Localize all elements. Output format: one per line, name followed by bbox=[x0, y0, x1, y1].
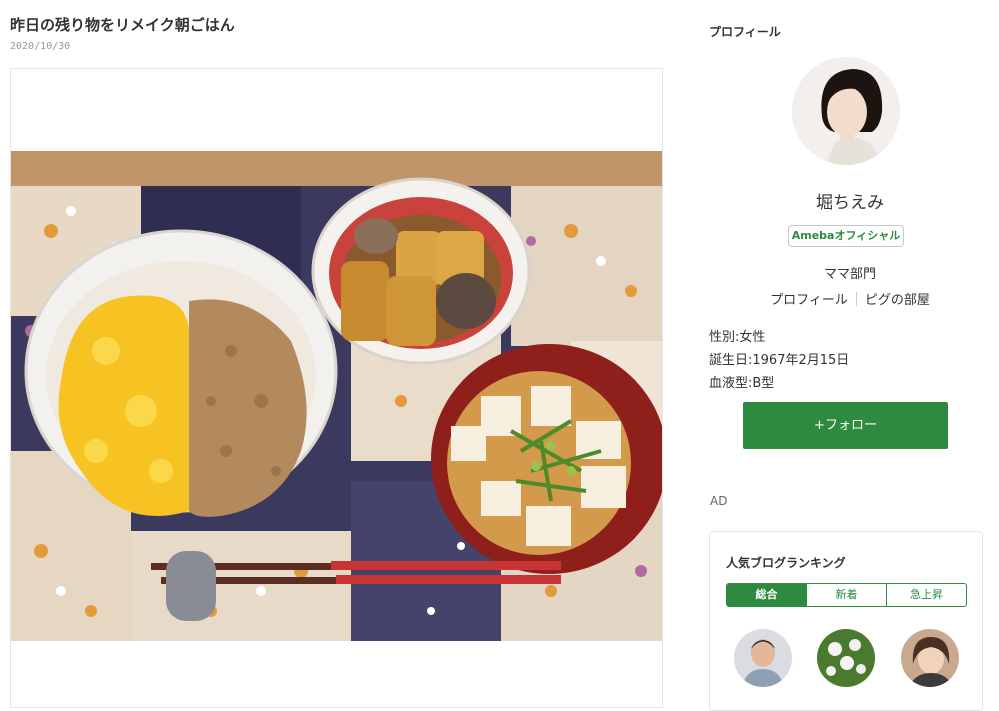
profile-section-title: プロフィール bbox=[709, 25, 781, 39]
tab-new[interactable]: 新着 bbox=[806, 584, 886, 606]
ranking-avatar[interactable] bbox=[817, 629, 875, 687]
tab-overall[interactable]: 総合 bbox=[727, 584, 806, 606]
blood-type-info: 血液型:B型 bbox=[709, 376, 775, 391]
sidebar: プロフィール 堀ちえみ Amebaオフィシャル ママ部門 プロフィール ピグの部屋… bbox=[705, 0, 995, 711]
profile-link[interactable]: プロフィール bbox=[770, 293, 848, 308]
tab-rising[interactable]: 急上昇 bbox=[886, 584, 966, 606]
ranking-avatar[interactable] bbox=[901, 629, 959, 687]
post-date: 2020/10/30 bbox=[10, 41, 71, 52]
ranking-title: 人気ブログランキング bbox=[726, 556, 846, 570]
ad-label: AD bbox=[710, 494, 728, 508]
ranking-avatar[interactable] bbox=[734, 629, 792, 687]
pigg-room-link[interactable]: ピグの部屋 bbox=[865, 293, 930, 308]
follow-button[interactable]: +フォロー bbox=[743, 402, 948, 449]
gender-info: 性別:女性 bbox=[709, 330, 766, 345]
profile-links: プロフィール ピグの部屋 bbox=[705, 289, 995, 308]
profile-avatar[interactable] bbox=[792, 57, 900, 165]
link-separator bbox=[855, 292, 857, 306]
ranking-tabs: 総合 新着 急上昇 bbox=[726, 583, 967, 607]
ranking-box: 人気ブログランキング 総合 新着 急上昇 bbox=[709, 531, 983, 711]
breakfast-photo[interactable] bbox=[11, 151, 663, 641]
post-title[interactable]: 昨日の残り物をリメイク朝ごはん bbox=[10, 14, 235, 35]
birthday-info: 誕生日:1967年2月15日 bbox=[709, 353, 850, 368]
main-column: 昨日の残り物をリメイク朝ごはん 2020/10/30 bbox=[10, 0, 665, 708]
post-image-frame bbox=[10, 68, 663, 708]
profile-name[interactable]: 堀ちえみ bbox=[705, 188, 995, 213]
official-badge: Amebaオフィシャル bbox=[788, 225, 904, 247]
profile-category[interactable]: ママ部門 bbox=[705, 263, 995, 282]
